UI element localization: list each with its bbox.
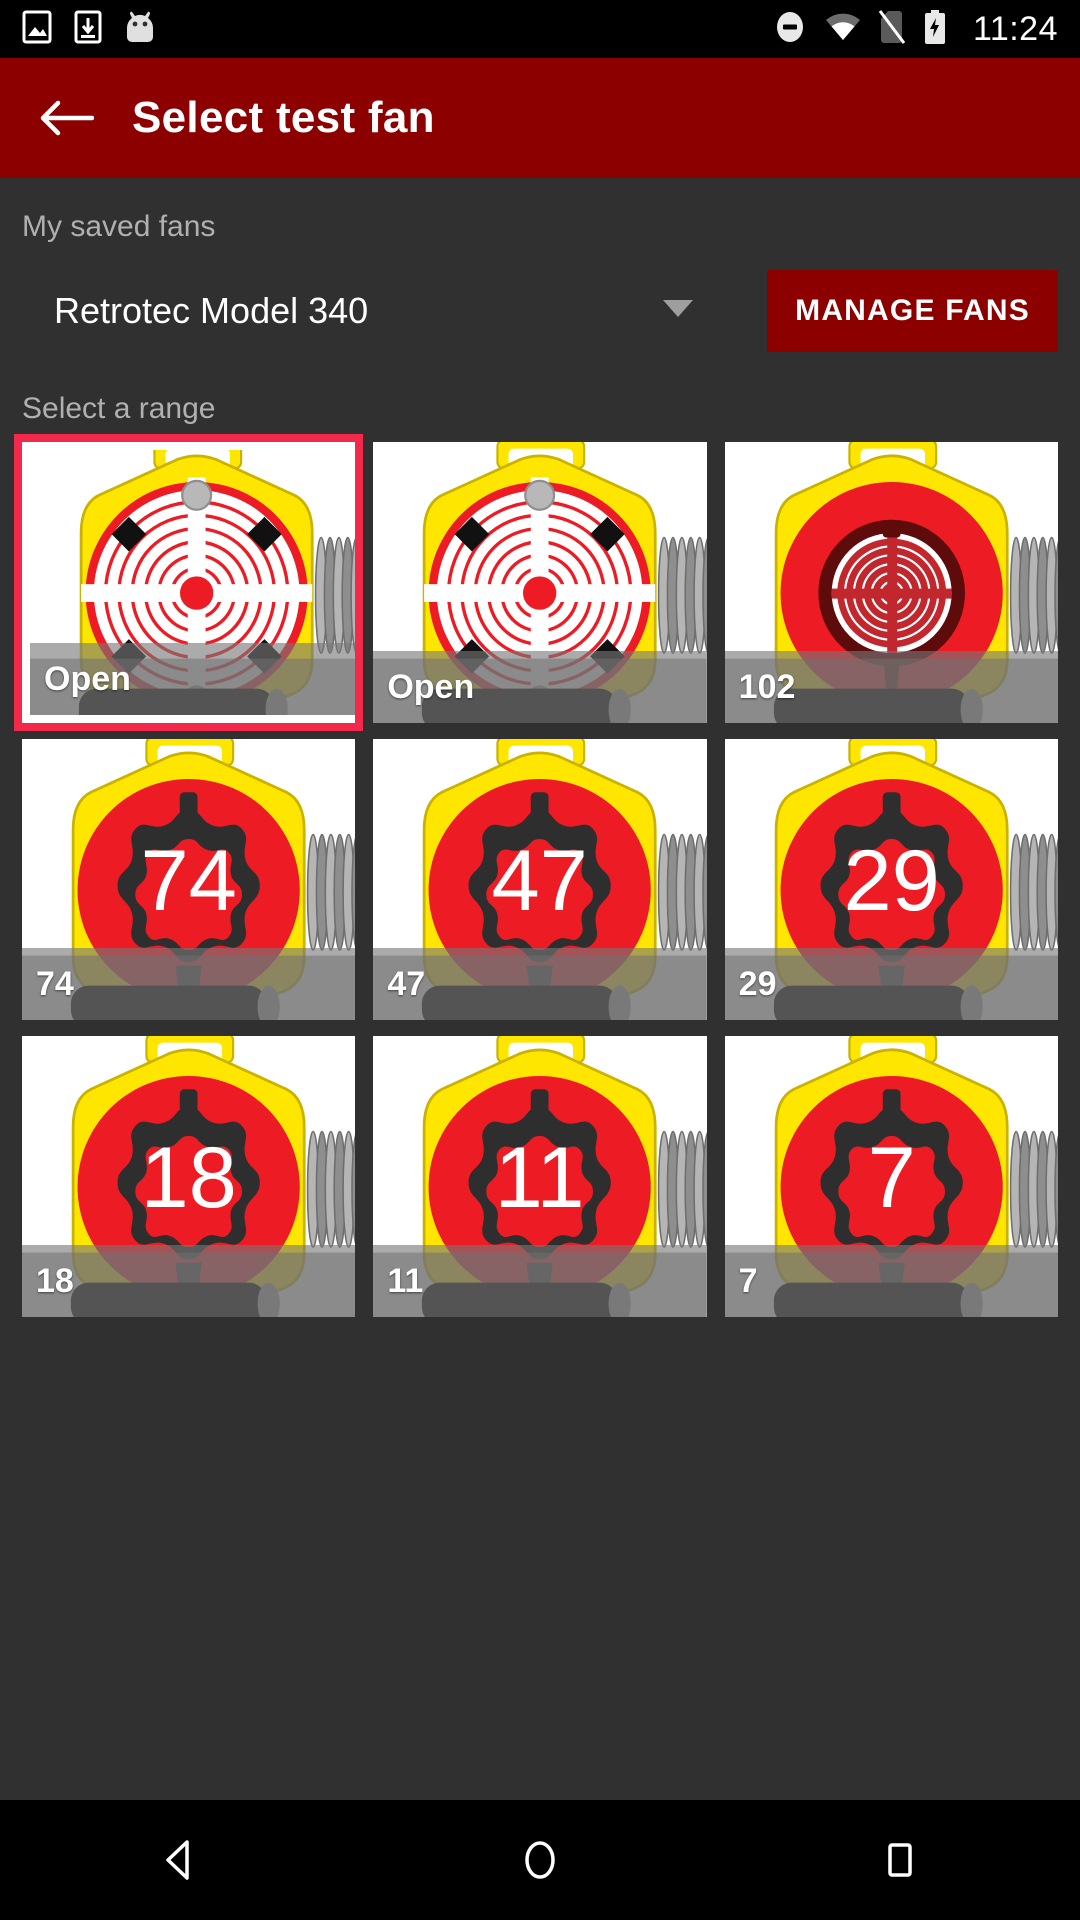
fan-range-card-label: 47 xyxy=(387,964,426,1003)
fan-range-card-image: 11 11 xyxy=(373,1036,707,1317)
fan-range-card[interactable]: 74 74 xyxy=(22,739,356,1020)
svg-text:47: 47 xyxy=(492,833,588,929)
fan-range-card-image: 7 7 xyxy=(724,1036,1058,1317)
svg-text:7: 7 xyxy=(867,1130,915,1226)
saved-fans-label: My saved fans xyxy=(22,210,216,243)
nav-recents-button[interactable] xyxy=(840,1800,960,1920)
svg-text:74: 74 xyxy=(140,833,236,929)
app-bar: Select test fan xyxy=(0,58,1080,178)
fan-range-card-image: Open xyxy=(373,442,707,723)
select-range-label: Select a range xyxy=(22,392,216,425)
page-title: Select test fan xyxy=(132,93,435,142)
svg-text:29: 29 xyxy=(843,833,939,929)
svg-text:18: 18 xyxy=(140,1130,236,1226)
fan-model-dropdown[interactable]: Retrotec Model 340 xyxy=(22,290,767,332)
fan-range-card-image: 74 74 xyxy=(22,739,356,1020)
fan-range-card-label: 74 xyxy=(36,964,74,1003)
fan-range-card-band: 11 xyxy=(373,1245,707,1317)
image-icon xyxy=(22,10,52,49)
nav-home-button[interactable] xyxy=(480,1800,600,1920)
status-bar-right-icons: 11:24 xyxy=(773,9,1058,50)
fan-model-value: Retrotec Model 340 xyxy=(54,290,369,331)
fan-range-card-band: Open xyxy=(373,651,707,723)
no-sim-icon xyxy=(878,9,906,49)
fan-range-card-image: Open xyxy=(30,450,356,715)
nav-back-icon xyxy=(166,1840,189,1880)
fan-range-card-image: 29 29 xyxy=(724,739,1058,1020)
fan-range-card-band: Open xyxy=(30,643,356,715)
svg-text:11: 11 xyxy=(495,1130,585,1226)
download-icon xyxy=(74,10,102,49)
do-not-disturb-icon xyxy=(773,9,807,50)
fan-range-card-band: 18 xyxy=(22,1245,356,1317)
fan-range-card-label: 102 xyxy=(738,667,796,706)
fan-range-card[interactable]: 47 47 xyxy=(373,739,707,1020)
fan-range-card[interactable]: 7 7 xyxy=(724,1036,1058,1317)
fan-range-card-label: 11 xyxy=(387,1261,424,1300)
fan-range-card-label: 29 xyxy=(738,964,777,1003)
fan-range-card-band: 7 xyxy=(724,1245,1058,1317)
saved-fans-row: Retrotec Model 340 MANAGE FANS xyxy=(22,270,1058,352)
battery-charging-icon xyxy=(923,9,947,49)
fan-range-card-band: 102 xyxy=(724,651,1058,723)
status-bar-left-icons xyxy=(22,10,156,49)
fan-range-card[interactable]: 102 xyxy=(724,442,1058,723)
fan-range-card[interactable]: 11 11 xyxy=(373,1036,707,1317)
manage-fans-button[interactable]: MANAGE FANS xyxy=(767,270,1058,352)
android-head-icon xyxy=(124,10,156,49)
fan-range-card-label: Open xyxy=(44,659,131,698)
fan-range-grid: Open Open 102 74 74 47 47 29 29 18 18 11… xyxy=(13,434,1058,1317)
status-bar: 11:24 xyxy=(0,0,1080,58)
fan-range-card-label: Open xyxy=(387,667,475,706)
arrow-back-icon xyxy=(40,100,94,136)
chevron-down-icon xyxy=(663,299,694,323)
nav-back-button[interactable] xyxy=(120,1800,240,1920)
status-bar-clock: 11:24 xyxy=(972,9,1058,48)
fan-range-card-image: 47 47 xyxy=(373,739,707,1020)
fan-range-card-image: 18 18 xyxy=(22,1036,356,1317)
fan-range-card[interactable]: 18 18 xyxy=(22,1036,356,1317)
fan-range-card-band: 47 xyxy=(373,948,707,1020)
fan-range-card-band: 74 xyxy=(22,948,356,1020)
fan-range-card-image: 102 xyxy=(724,442,1058,723)
nav-home-icon xyxy=(525,1841,555,1879)
fan-range-card-label: 18 xyxy=(36,1261,74,1300)
fan-range-card-band: 29 xyxy=(724,948,1058,1020)
back-button[interactable] xyxy=(36,87,98,149)
system-nav-bar xyxy=(0,1800,1080,1920)
fan-range-card[interactable]: Open xyxy=(13,434,364,731)
nav-recents-icon xyxy=(888,1843,912,1877)
fan-range-card[interactable]: 29 29 xyxy=(724,739,1058,1020)
wifi-icon xyxy=(825,12,861,47)
main-content: My saved fans Retrotec Model 340 MANAGE … xyxy=(0,178,1080,1317)
fan-range-card-label: 7 xyxy=(738,1261,758,1300)
fan-range-card[interactable]: Open xyxy=(373,442,707,723)
